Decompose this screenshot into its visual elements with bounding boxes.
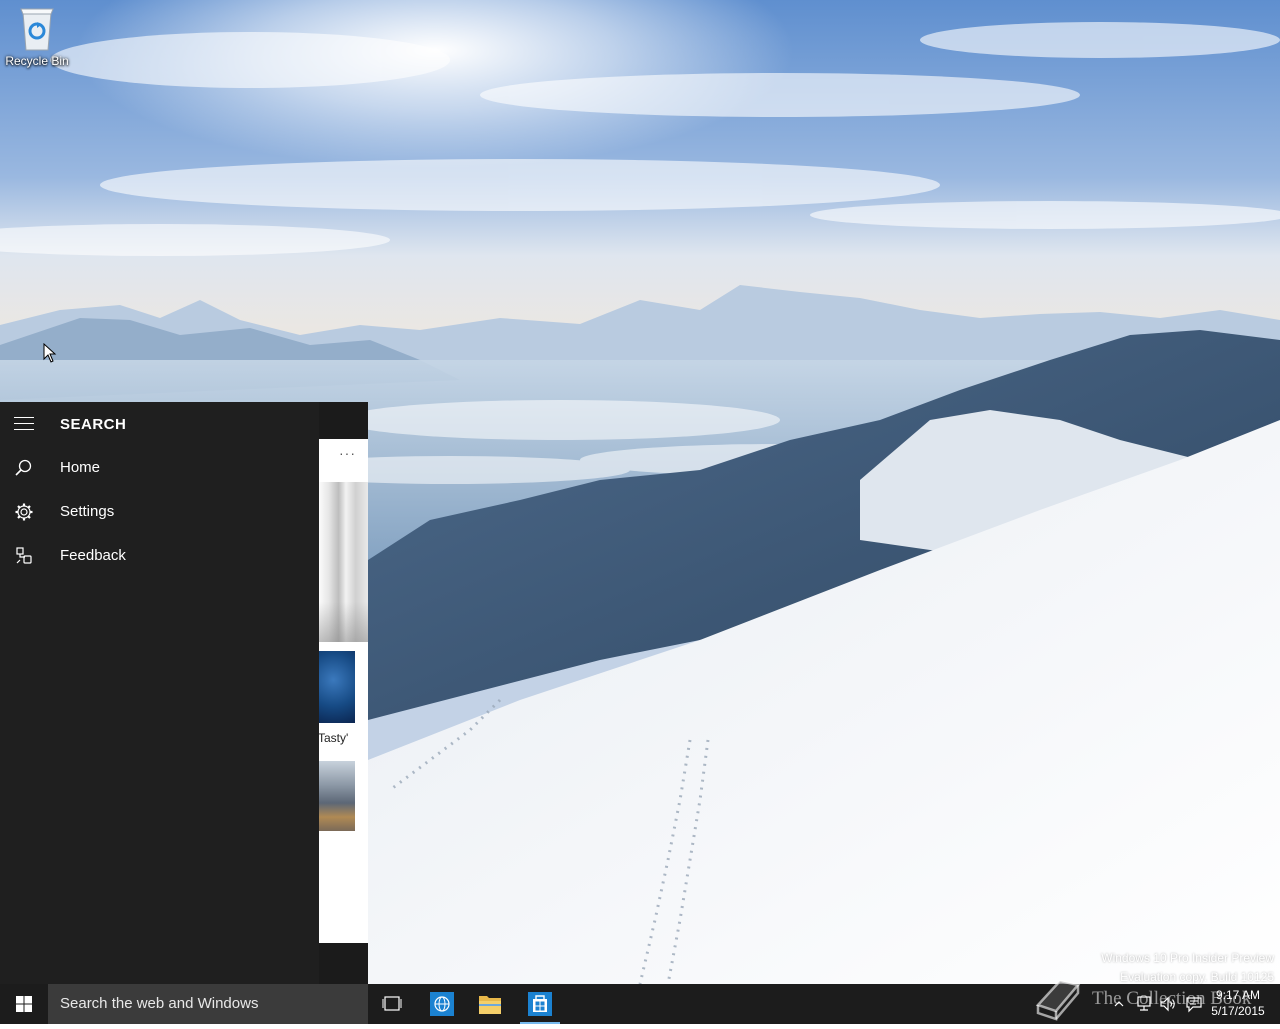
folder-icon — [479, 996, 501, 1014]
search-title: SEARCH — [60, 416, 127, 433]
nav-item-label: Settings — [60, 503, 115, 520]
brand-watermark: The Collection Book — [1030, 975, 1280, 1023]
recycle-bin-icon — [17, 6, 57, 52]
feedback-icon — [14, 546, 34, 566]
gear-icon — [14, 502, 34, 522]
recycle-bin-label: Recycle Bin — [5, 54, 69, 68]
search-nav-header: SEARCH — [0, 402, 319, 446]
windows-logo-icon — [16, 996, 32, 1012]
brand-text: The Collection Book — [1092, 988, 1252, 1009]
start-button[interactable] — [0, 984, 48, 1024]
mouse-cursor-icon — [43, 342, 57, 368]
task-view-button[interactable] — [368, 984, 416, 1024]
more-options-button[interactable]: ··· — [339, 445, 356, 461]
search-placeholder: Search the web and Windows — [60, 995, 259, 1012]
task-view-icon — [382, 996, 402, 1011]
nav-item-label: Feedback — [60, 547, 126, 564]
recycle-bin-shortcut[interactable]: Recycle Bin — [4, 6, 70, 68]
file-explorer-button[interactable] — [466, 984, 514, 1024]
nav-item-feedback[interactable]: Feedback — [0, 534, 319, 578]
nav-item-home[interactable]: Home — [0, 446, 319, 490]
search-icon — [14, 458, 34, 478]
news-image[interactable] — [319, 482, 368, 642]
news-snippet[interactable]: Tasty' — [319, 731, 348, 745]
taskbar-search-box[interactable]: Search the web and Windows — [48, 984, 368, 1024]
watermark-edition: Windows 10 Pro Insider Preview — [1101, 951, 1274, 965]
store-button[interactable] — [516, 984, 564, 1024]
globe-icon — [430, 992, 454, 1016]
nav-item-settings[interactable]: Settings — [0, 490, 319, 534]
hamburger-menu-icon[interactable] — [14, 417, 34, 431]
store-icon — [528, 992, 552, 1016]
search-content-pane: ··· Tasty' — [319, 439, 368, 943]
internet-explorer-button[interactable] — [418, 984, 466, 1024]
book-logo-icon — [1035, 979, 1081, 1021]
nav-item-label: Home — [60, 459, 101, 476]
news-thumbnail[interactable] — [319, 651, 355, 723]
search-flyout: SEARCH Home Settings Feedback ··· Tasty' — [0, 402, 368, 984]
search-nav-pane: SEARCH Home Settings Feedback — [0, 402, 319, 984]
news-thumbnail[interactable] — [319, 761, 355, 831]
